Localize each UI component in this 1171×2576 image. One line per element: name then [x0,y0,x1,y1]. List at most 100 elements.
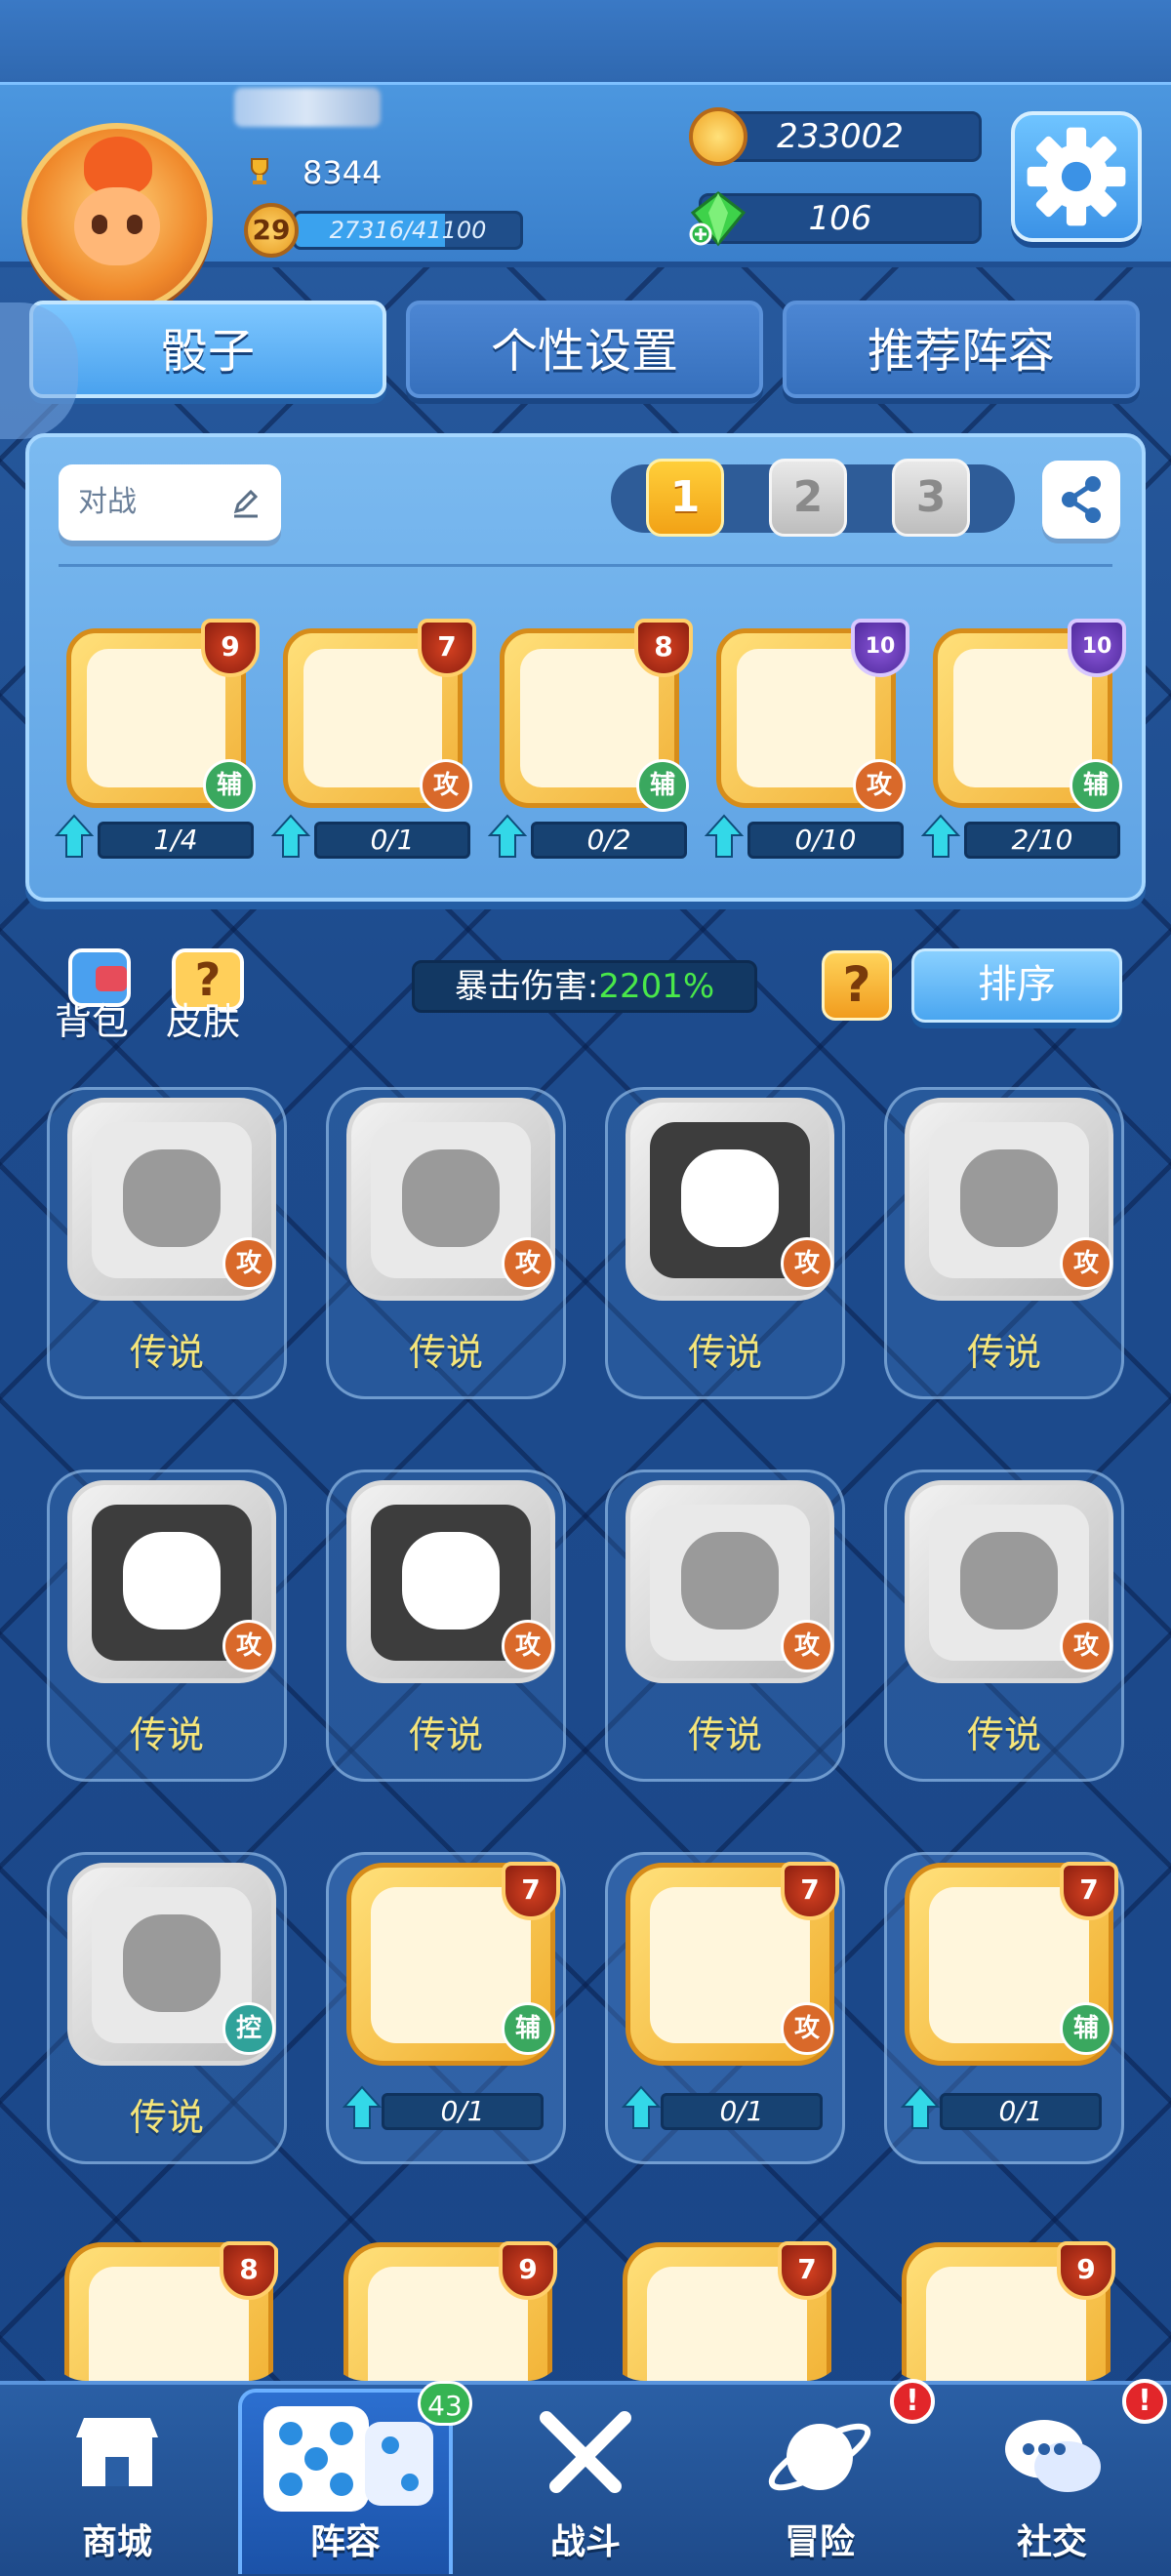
collection-card[interactable]: 攻 传说 [884,1469,1124,1782]
player-avatar[interactable] [21,123,213,314]
nav-shop-label: 商城 [81,2522,152,2562]
sort-button[interactable]: 排序 [911,948,1122,1023]
locked-card-frame: 攻 [67,1098,276,1301]
status-strip [0,0,1171,82]
chat-bubbles-icon [1005,2420,1101,2492]
nav-adventure-label: 冒险 [784,2522,855,2562]
share-button[interactable] [1042,461,1120,539]
rarity-label: 传说 [408,1331,483,1374]
deck-2-button[interactable]: 2 [769,459,847,537]
help-button[interactable]: ? [822,950,892,1021]
card-progress: 0/2 [531,822,687,859]
backpack-label[interactable]: 背包 [55,991,129,1045]
collection-card[interactable]: 7 [605,2234,845,2381]
settings-button[interactable] [1011,111,1142,242]
shuriken-icon [737,649,875,787]
card-type-badge: 攻 [781,1237,833,1290]
avatar-eye [92,215,107,234]
sakura-icon [520,649,659,787]
card-frame: 9 [343,2241,557,2381]
card-type-badge: 辅 [502,2002,554,2055]
collection-card[interactable]: 攻 传说 [47,1087,287,1399]
locked-card-frame: 控 [67,1863,276,2066]
gem-add-icon[interactable] [689,189,747,248]
upgrade-arrow-icon [343,2085,382,2129]
rarity-label: 传说 [129,1331,204,1374]
card-type-badge: 辅 [1070,759,1122,812]
nav-lineup[interactable]: 阵容 [238,2389,453,2574]
card-level-badge: 8 [634,619,693,677]
tab-personalize[interactable]: 个性设置 [406,301,763,398]
deck-card[interactable]: 7 攻 [275,619,476,812]
lion-icon [402,1532,500,1630]
mask-icon [953,649,1092,787]
card-frame: 7辅 [905,1862,1118,2066]
tab-recommended-lineup[interactable]: 推荐阵容 [783,301,1140,398]
nav-battle[interactable]: 战斗 [478,2389,693,2574]
upgrade-arrow-icon [55,814,94,858]
rarity-label: 传说 [966,1331,1041,1374]
deck-card[interactable]: 10 辅 [925,619,1126,812]
collection-card[interactable]: 控 传说 [47,1852,287,2164]
card-type-badge: 攻 [853,759,906,812]
mode-select[interactable]: 对战 [59,464,281,541]
planet-icon [768,2423,871,2491]
lineup-count-badge: 43 [418,2381,472,2426]
deck-card[interactable]: 8 辅 [492,619,693,812]
tab-dice[interactable]: 骰子 [29,301,386,398]
nav-social[interactable]: 社交 [945,2389,1159,2574]
nav-adventure[interactable]: 冒险 [712,2389,927,2574]
collection-card[interactable]: 9 [884,2234,1124,2381]
rarity-label: 传说 [129,2096,204,2139]
collection-card[interactable]: 8 [47,2234,287,2381]
trophy-count: 8344 [303,154,383,191]
card-level-badge: 7 [418,619,476,677]
deck-3-button[interactable]: 3 [892,459,970,537]
collection-card[interactable]: 攻 传说 [605,1469,845,1782]
avatar-flame [84,137,152,195]
card-frame: 7 [623,2241,836,2381]
adventure-alert-badge: ! [890,2379,935,2424]
deck-card[interactable]: 9 辅 [59,619,260,812]
collection-card[interactable]: 7 攻 0/1 [605,1852,845,2164]
collection-card[interactable]: 攻 传说 [326,1469,566,1782]
card-progress: 0/1 [314,822,470,859]
locked-card-frame: 攻 [905,1098,1113,1301]
dragon-icon [123,1532,221,1630]
card-level-badge: 9 [1057,2241,1115,2300]
card-type-badge: 攻 [1060,1237,1112,1290]
avatar-face [74,187,160,265]
devil-icon [681,1532,779,1630]
locked-card-frame: 攻 [905,1480,1113,1683]
card-level-badge: 10 [1068,619,1126,677]
coin-add-icon[interactable] [689,107,747,166]
locked-card-frame: 攻 [346,1480,555,1683]
card-type-badge: 攻 [420,759,472,812]
nav-social-label: 社交 [1016,2522,1087,2562]
card-frame: 8 [64,2241,278,2381]
share-icon [1062,476,1101,523]
crit-damage-value: 2201% [598,967,715,1006]
upgrade-arrow-icon [488,814,527,858]
collection-card[interactable]: 7 辅 0/1 [326,1852,566,2164]
deck-1-button[interactable]: 1 [646,459,724,537]
card-type-badge: 攻 [781,1620,833,1672]
collection-card[interactable]: 7 辅 0/1 [884,1852,1124,2164]
deck-card[interactable]: 10 攻 [708,619,909,812]
shop-icon [76,2418,158,2486]
card-level-badge: 9 [499,2241,557,2300]
rarity-label: 传说 [966,1713,1041,1756]
avatar-eye [127,215,142,234]
xp-bar: 27316/41100 [293,211,523,250]
nav-shop[interactable]: 商城 [10,2389,224,2574]
card-type-badge: 攻 [222,1237,275,1290]
collection-card[interactable]: 攻 传说 [47,1469,287,1782]
upgrade-arrow-icon [622,2085,661,2129]
nav-lineup-label: 阵容 [309,2522,381,2562]
collection-card[interactable]: 攻 传说 [605,1087,845,1399]
player-name-blurred [234,88,381,127]
skin-label[interactable]: 皮肤 [166,991,240,1045]
collection-card[interactable]: 攻 传说 [326,1087,566,1399]
collection-card[interactable]: 攻 传说 [884,1087,1124,1399]
collection-card[interactable]: 9 [326,2234,566,2381]
